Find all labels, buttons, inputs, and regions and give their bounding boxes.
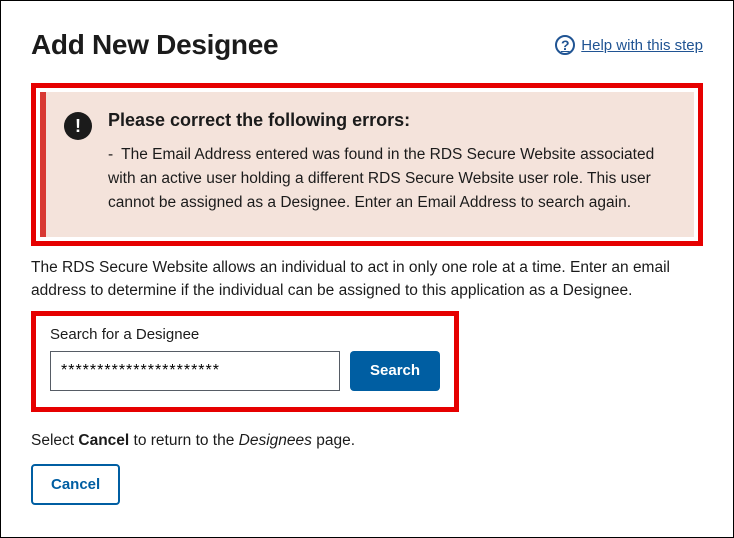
footer-bold: Cancel bbox=[78, 432, 129, 449]
error-icon: ! bbox=[64, 112, 92, 140]
search-input[interactable] bbox=[50, 351, 340, 391]
footer-instruction: Select Cancel to return to the Designees… bbox=[31, 432, 703, 450]
search-button[interactable]: Search bbox=[350, 351, 440, 391]
help-icon: ? bbox=[555, 35, 575, 55]
error-highlight-box: ! Please correct the following errors: T… bbox=[31, 83, 703, 246]
error-message: The Email Address entered was found in t… bbox=[108, 143, 670, 215]
footer-suffix: page. bbox=[312, 432, 355, 449]
footer-mid: to return to the bbox=[129, 432, 238, 449]
help-link-label: Help with this step bbox=[581, 37, 703, 54]
help-link[interactable]: ? Help with this step bbox=[555, 35, 703, 55]
error-alert: ! Please correct the following errors: T… bbox=[40, 92, 694, 237]
search-highlight-box: Search for a Designee Search bbox=[31, 311, 459, 412]
footer-italic: Designees bbox=[239, 432, 312, 449]
page-title: Add New Designee bbox=[31, 29, 278, 61]
intro-text: The RDS Secure Website allows an individ… bbox=[31, 256, 703, 303]
footer-prefix: Select bbox=[31, 432, 78, 449]
error-heading: Please correct the following errors: bbox=[108, 110, 670, 131]
search-label: Search for a Designee bbox=[50, 326, 440, 343]
cancel-button[interactable]: Cancel bbox=[31, 464, 120, 505]
